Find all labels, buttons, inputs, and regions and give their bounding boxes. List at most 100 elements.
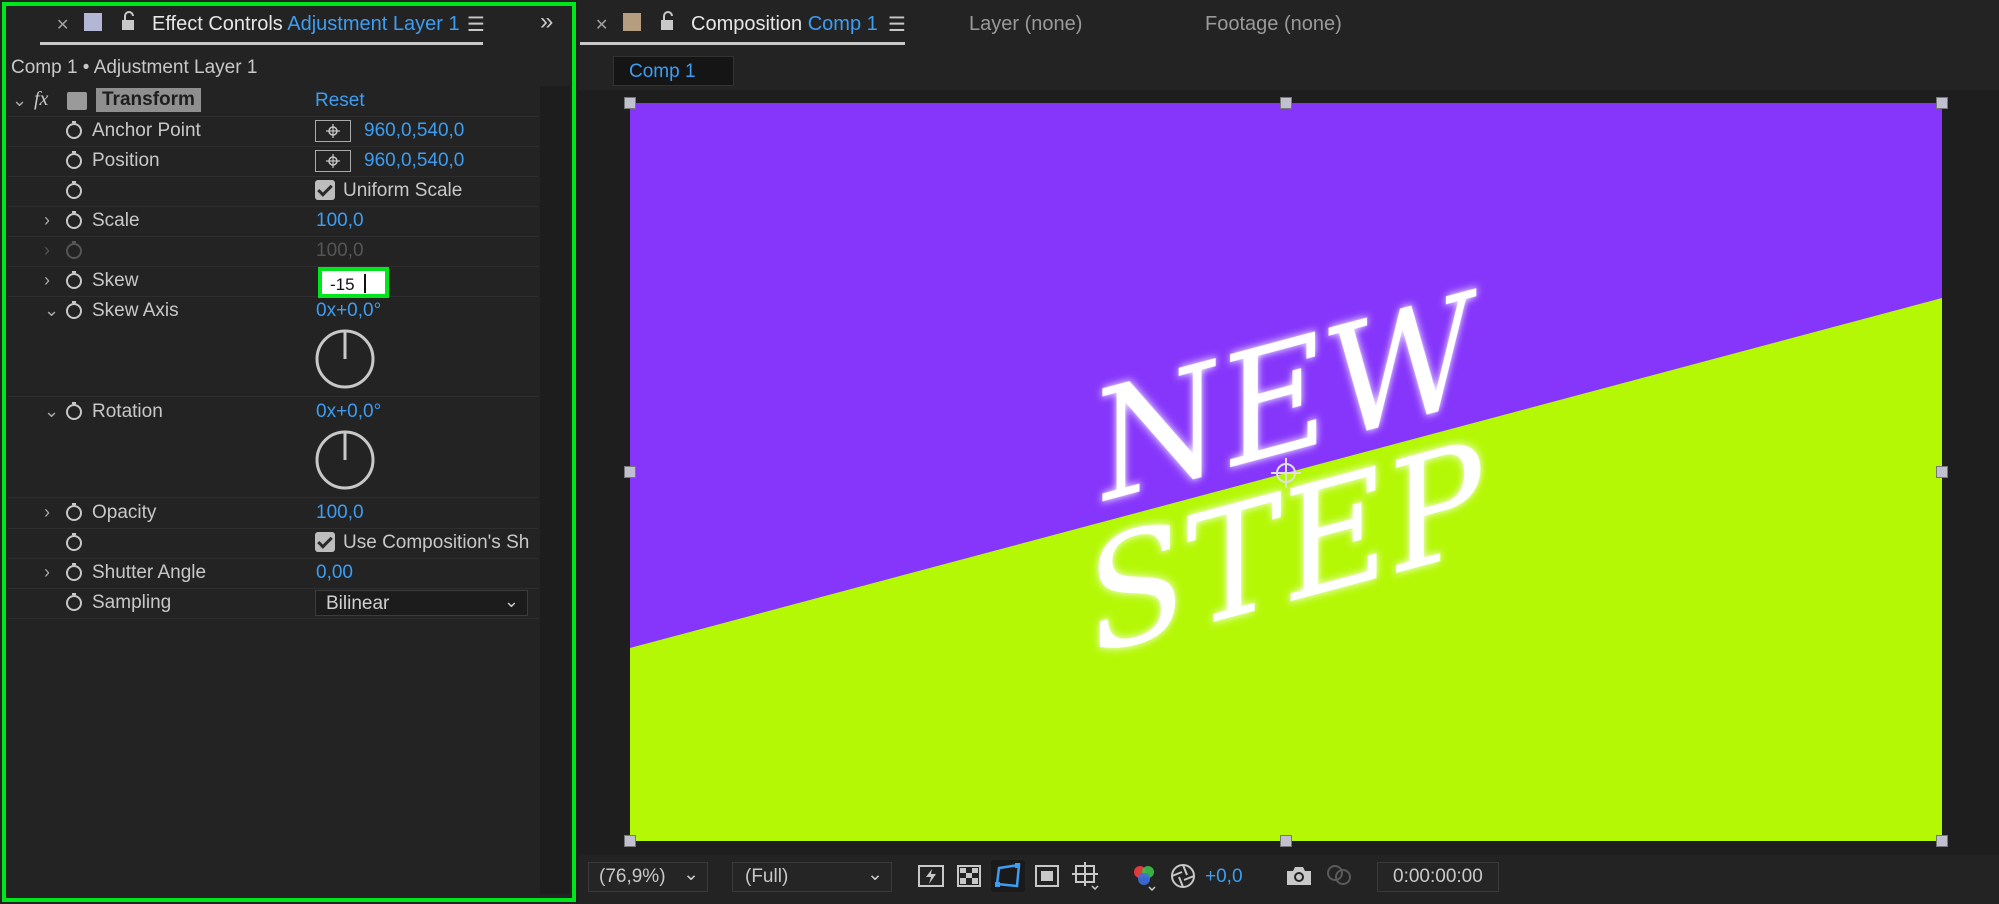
composition-tab-name: Comp 1 xyxy=(807,13,878,35)
layer-handle[interactable] xyxy=(1280,97,1292,109)
layer-handle[interactable] xyxy=(1280,835,1292,847)
lock-icon[interactable] xyxy=(120,11,136,36)
stopwatch-icon[interactable] xyxy=(65,121,83,139)
property-row-opacity: › Opacity 100,0 xyxy=(8,498,538,529)
stopwatch-icon[interactable] xyxy=(65,271,83,289)
uniform-scale-label: Uniform Scale xyxy=(343,180,463,201)
snapshot-icon[interactable] xyxy=(1285,865,1313,892)
tab-title-label: Effect Controls xyxy=(152,13,283,35)
layer-handle[interactable] xyxy=(1936,835,1948,847)
scroll-column[interactable] xyxy=(540,86,570,894)
stopwatch-icon[interactable] xyxy=(65,593,83,611)
tab-footage[interactable]: Footage (none) xyxy=(1205,13,1342,36)
stopwatch-icon[interactable] xyxy=(65,563,83,581)
scale-height-value: 100,0 xyxy=(316,240,364,261)
transparency-grid-icon[interactable] xyxy=(957,865,981,892)
zoom-dropdown[interactable]: (76,9%) ⌄ xyxy=(588,862,708,892)
anchor-point-value[interactable]: 960,0,540,0 xyxy=(364,120,464,142)
property-label: Position xyxy=(92,150,160,171)
panel-menu-icon[interactable]: ☰ xyxy=(888,12,906,37)
skew-input[interactable]: -15 xyxy=(318,267,389,298)
composition-canvas[interactable]: NEW STEP xyxy=(630,103,1942,841)
rotation-value[interactable]: 0x+0,0° xyxy=(316,401,381,423)
property-label: Skew Axis xyxy=(92,300,179,321)
chevron-down-icon: ⌄ xyxy=(503,591,519,611)
comp-subtab-label: Comp 1 xyxy=(629,61,696,82)
resolution-dropdown[interactable]: (Full) ⌄ xyxy=(732,862,892,892)
uniform-scale-checkbox[interactable] xyxy=(315,180,335,200)
stopwatch-icon[interactable] xyxy=(65,211,83,229)
effect-preset-icon xyxy=(67,92,87,110)
region-of-interest-icon[interactable] xyxy=(1035,865,1059,892)
chevron-down-icon[interactable]: ⌄ xyxy=(12,90,27,111)
mask-visibility-icon[interactable] xyxy=(991,860,1025,892)
zoom-value: (76,9%) xyxy=(599,866,666,887)
position-value[interactable]: 960,0,540,0 xyxy=(364,150,464,172)
stopwatch-icon[interactable] xyxy=(65,533,83,551)
chevron-right-icon[interactable]: › xyxy=(44,270,50,291)
shutter-angle-value[interactable]: 0,00 xyxy=(316,562,353,584)
canvas-graphic: NEW STEP xyxy=(630,103,1942,841)
layer-handle[interactable] xyxy=(1936,97,1948,109)
property-row-use-comp-shutter: Use Composition's Sh xyxy=(8,528,538,559)
chevron-down-icon[interactable]: ⌄ xyxy=(44,300,59,321)
text-cursor xyxy=(364,274,366,293)
crosshair-target-icon[interactable] xyxy=(315,150,351,172)
layer-handle[interactable] xyxy=(624,97,636,109)
panel-menu-icon[interactable]: ☰ xyxy=(467,12,485,37)
effect-controls-tab-title[interactable]: Effect Controls Adjustment Layer 1 xyxy=(152,13,460,36)
rotation-turns: 0x xyxy=(316,401,337,422)
timecode-display[interactable]: 0:00:00:00 xyxy=(1377,862,1499,892)
close-icon[interactable]: ✕ xyxy=(595,15,608,35)
property-row-position: Position 960,0,540,0 xyxy=(8,146,538,177)
layer-handle[interactable] xyxy=(624,466,636,478)
stopwatch-icon[interactable] xyxy=(65,402,83,420)
comp-subtab[interactable]: Comp 1 xyxy=(613,56,734,86)
fast-preview-icon[interactable] xyxy=(918,864,944,893)
stopwatch-icon[interactable] xyxy=(65,301,83,319)
effect-header-row: ⌄ fx Transform Reset xyxy=(8,86,538,117)
fx-icon[interactable]: fx xyxy=(34,88,48,111)
use-comp-shutter-label: Use Composition's Sh xyxy=(343,532,530,553)
tab-layer-name: Adjustment Layer 1 xyxy=(287,13,460,35)
sampling-dropdown[interactable]: Bilinear ⌄ xyxy=(315,590,528,616)
chevron-down-icon[interactable]: ⌄ xyxy=(44,401,59,422)
lock-icon[interactable] xyxy=(659,11,675,36)
expand-panels-icon[interactable]: » xyxy=(540,8,553,36)
layer-handle[interactable] xyxy=(1936,466,1948,478)
exposure-value[interactable]: +0,0 xyxy=(1205,866,1243,888)
effect-name[interactable]: Transform xyxy=(96,88,201,112)
crosshair-target-icon[interactable] xyxy=(315,120,351,142)
stopwatch-icon[interactable] xyxy=(65,151,83,169)
close-icon[interactable]: ✕ xyxy=(56,15,69,35)
reset-link[interactable]: Reset xyxy=(315,90,365,112)
exposure-icon[interactable] xyxy=(1170,863,1196,894)
chevron-right-icon[interactable]: › xyxy=(44,502,50,523)
property-row-scale: › Scale 100,0 xyxy=(8,206,538,237)
property-row-sampling: Sampling Bilinear ⌄ xyxy=(8,588,538,619)
guides-icon[interactable] xyxy=(1072,862,1100,895)
color-channels-icon[interactable] xyxy=(1131,863,1157,896)
tab-composition[interactable]: Composition Comp 1 xyxy=(691,13,878,36)
chevron-right-icon[interactable]: › xyxy=(44,210,50,231)
property-label: Rotation xyxy=(92,401,163,422)
opacity-value[interactable]: 100,0 xyxy=(316,502,364,524)
show-snapshot-icon[interactable] xyxy=(1325,863,1353,892)
stopwatch-icon[interactable] xyxy=(65,181,83,199)
skew-axis-dial[interactable] xyxy=(314,328,376,390)
rotation-dial[interactable] xyxy=(314,429,376,491)
breadcrumb: Comp 1 • Adjustment Layer 1 xyxy=(11,57,258,78)
tab-layer[interactable]: Layer (none) xyxy=(969,13,1082,36)
skew-axis-degrees: +0,0° xyxy=(336,300,382,321)
property-row-shutter-angle: › Shutter Angle 0,00 xyxy=(8,558,538,589)
use-comp-shutter-checkbox[interactable] xyxy=(315,532,335,552)
property-row-anchor-point: Anchor Point 960,0,540,0 xyxy=(8,116,538,147)
scale-value[interactable]: 100,0 xyxy=(316,210,364,232)
stopwatch-icon[interactable] xyxy=(65,503,83,521)
resolution-value: (Full) xyxy=(745,866,789,887)
chevron-right-icon[interactable]: › xyxy=(44,562,50,583)
active-tab-underline xyxy=(40,42,483,45)
layer-handle[interactable] xyxy=(624,835,636,847)
skew-input-text: -15 xyxy=(330,275,355,294)
skew-axis-value[interactable]: 0x+0,0° xyxy=(316,300,381,322)
